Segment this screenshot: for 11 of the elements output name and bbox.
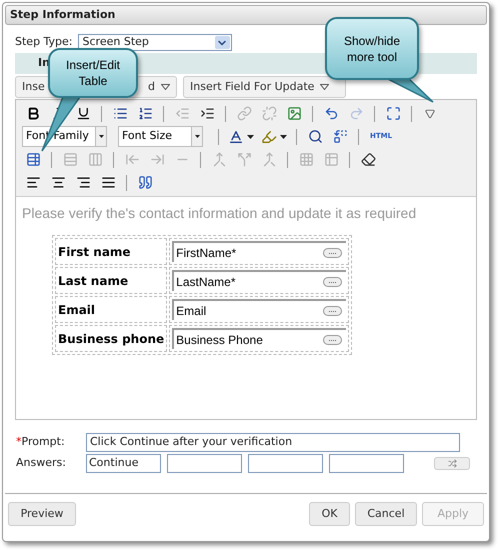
prompt-label: *Prompt: xyxy=(16,434,66,450)
callout-text: Show/hide more tool xyxy=(342,32,402,64)
callout-text: Insert/Edit Table xyxy=(64,57,122,89)
window-title: Step Information xyxy=(10,6,116,23)
table-cell: Business phone xyxy=(55,325,168,352)
table-cell: First name xyxy=(55,238,168,265)
step-type-label: Step Type: xyxy=(15,34,73,50)
table-cell: Email xyxy=(55,296,168,323)
intro-text: Please verify the's contact information and update it as required xyxy=(22,204,418,223)
table-cell: Last name xyxy=(55,267,168,294)
answers-label: Answers: xyxy=(16,455,67,472)
